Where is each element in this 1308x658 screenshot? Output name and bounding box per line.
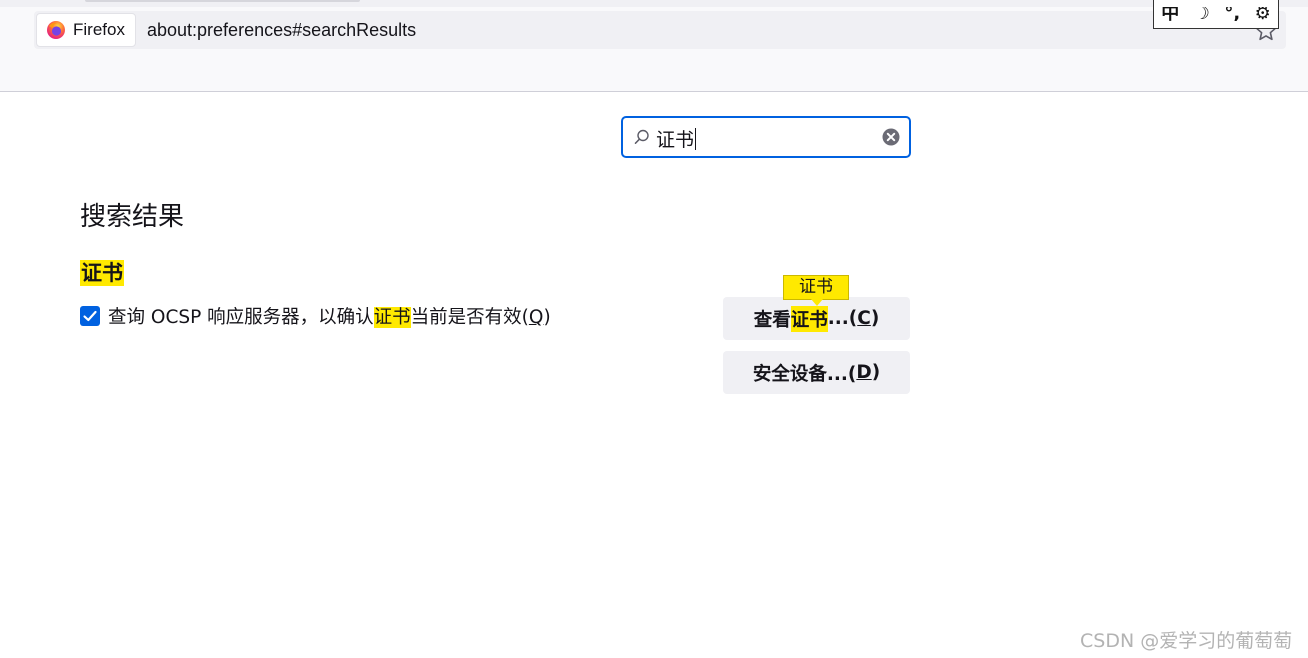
search-icon — [634, 129, 649, 144]
identity-label: Firefox — [73, 20, 125, 39]
identity-box[interactable]: Firefox — [36, 13, 136, 47]
checkmark-icon — [83, 310, 97, 322]
page-title: 搜索结果 — [80, 202, 185, 232]
ime-moon-icon[interactable]: ☽ — [1194, 7, 1210, 21]
search-match-tooltip: 证书 — [783, 275, 849, 306]
accesskey-c: C — [857, 308, 871, 329]
accesskey-q: Q — [528, 307, 544, 328]
text-caret — [695, 128, 697, 150]
url-text[interactable]: about:preferences#searchResults — [147, 20, 416, 41]
accesskey-d: D — [856, 362, 872, 383]
preferences-search-input[interactable]: 证书 — [621, 116, 911, 158]
ocsp-checkbox[interactable] — [80, 306, 100, 326]
clear-search-icon[interactable] — [881, 127, 901, 147]
url-bar[interactable]: Firefox about:preferences#searchResults — [34, 11, 1286, 49]
section-title-certificates: 证书 — [80, 260, 124, 286]
firefox-logo-icon — [47, 21, 65, 39]
search-input-value[interactable]: 证书 — [656, 125, 697, 152]
ime-toolbar[interactable]: 中 ☽ °, ⚙ — [1153, 0, 1279, 29]
search-match-highlight: 证书 — [373, 307, 411, 328]
ocsp-checkbox-label[interactable]: 查询 OCSP 响应服务器，以确认证书当前是否有效(Q) — [108, 303, 551, 329]
security-devices-button[interactable]: 安全设备...(D) — [723, 351, 910, 394]
csdn-watermark: CSDN @爱学习的葡萄萄 — [1080, 630, 1293, 652]
ocsp-checkbox-row[interactable]: 查询 OCSP 响应服务器，以确认证书当前是否有效(Q) — [80, 303, 551, 329]
ime-mode-chinese[interactable]: 中 — [1161, 7, 1179, 21]
ime-settings-icon[interactable]: ⚙ — [1255, 7, 1271, 21]
tab-edge[interactable] — [85, 0, 360, 2]
ime-punctuation-icon[interactable]: °, — [1224, 7, 1240, 21]
browser-toolbar: Firefox about:preferences#searchResults … — [0, 0, 1308, 92]
search-match-highlight: 证书 — [790, 305, 828, 332]
